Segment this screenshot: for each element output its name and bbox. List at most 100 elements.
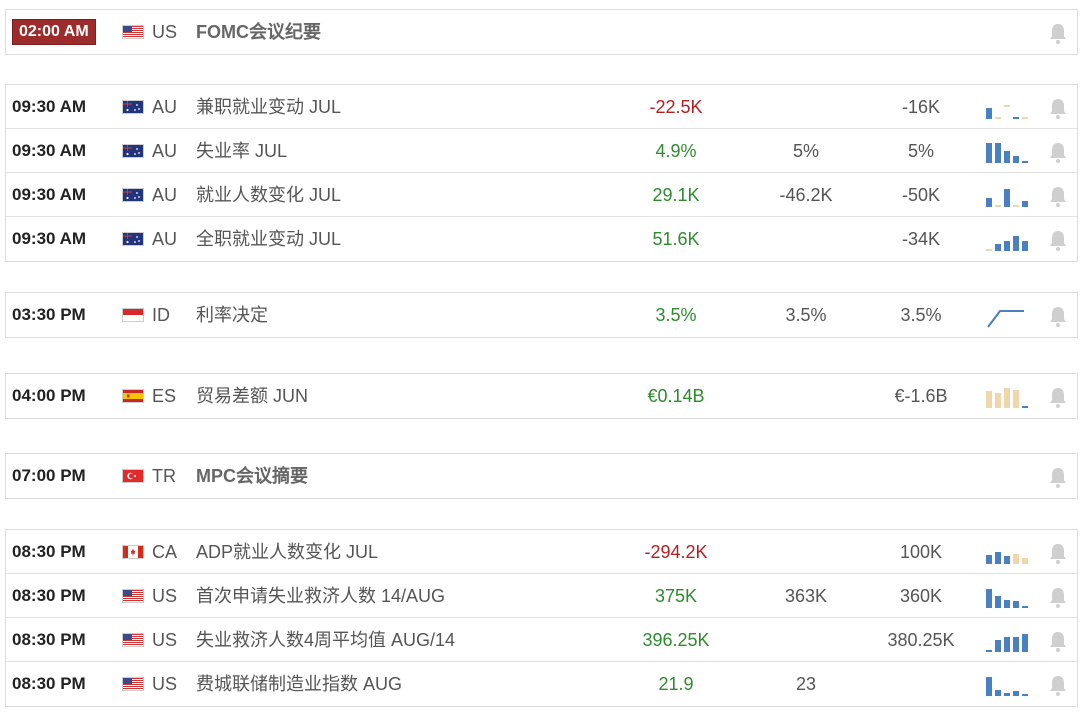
forecast-value bbox=[736, 618, 876, 662]
history-sparkline[interactable] bbox=[984, 540, 1032, 564]
bell-icon[interactable] bbox=[1047, 95, 1069, 119]
actual-value: 4.9% bbox=[655, 141, 697, 161]
event-name[interactable]: 利率决定 bbox=[196, 293, 268, 337]
event-row[interactable]: 09:30 AM AU 兼职就业变动 JUL -22.5K -16K bbox=[6, 85, 1077, 129]
bell-icon[interactable] bbox=[1047, 584, 1069, 608]
previous-value bbox=[856, 10, 986, 54]
history-sparkline[interactable] bbox=[984, 95, 1032, 119]
sparkline-bar bbox=[1004, 105, 1010, 107]
previous-value bbox=[856, 454, 986, 498]
bell-icon[interactable] bbox=[1047, 628, 1069, 652]
bell-icon[interactable] bbox=[1047, 227, 1069, 251]
event-time: 08:30 PM bbox=[12, 630, 86, 649]
previous-value: -16K bbox=[901, 97, 941, 117]
sparkline-bar bbox=[986, 391, 992, 408]
event-name[interactable]: FOMC会议纪要 bbox=[196, 10, 321, 54]
sparkline-bar bbox=[986, 143, 992, 163]
bell-icon[interactable] bbox=[1047, 303, 1069, 327]
history-sparkline[interactable] bbox=[984, 183, 1032, 207]
actual-value: €0.14B bbox=[647, 386, 705, 406]
sparkline-bar bbox=[1004, 600, 1010, 608]
history-sparkline[interactable] bbox=[984, 672, 1032, 696]
sparkline-bar bbox=[1013, 554, 1019, 564]
bell-icon[interactable] bbox=[1047, 384, 1069, 408]
previous-value: -50K bbox=[901, 185, 941, 205]
bell-icon[interactable] bbox=[1047, 540, 1069, 564]
event-row[interactable]: 02:00 AM US FOMC会议纪要 bbox=[6, 10, 1077, 54]
sparkline-bar bbox=[1013, 390, 1019, 408]
event-row[interactable]: 03:30 PM ID 利率决定 3.5% 3.5% 3.5% bbox=[6, 293, 1077, 337]
sparkline-bar bbox=[1022, 606, 1028, 608]
sparkline-bar bbox=[1004, 637, 1010, 652]
event-row[interactable]: 08:30 PM CA ADP就业人数变化 JUL -294.2K 100K bbox=[6, 530, 1077, 574]
sparkline-bar bbox=[1013, 117, 1019, 119]
event-time-badge: 02:00 AM bbox=[12, 19, 96, 45]
event-name[interactable]: 全职就业变动 JUL bbox=[196, 217, 341, 261]
sparkline-bar bbox=[986, 249, 992, 251]
event-name[interactable]: ADP就业人数变化 JUL bbox=[196, 530, 378, 574]
bell-icon[interactable] bbox=[1047, 20, 1069, 44]
history-sparkline[interactable] bbox=[984, 139, 1032, 163]
event-name[interactable]: 失业率 JUL bbox=[196, 129, 287, 173]
history-sparkline[interactable] bbox=[984, 20, 1032, 44]
event-time: 07:00 PM bbox=[12, 466, 86, 485]
event-name[interactable]: 费城联储制造业指数 AUG bbox=[196, 662, 402, 706]
event-row[interactable]: 04:00 PM ES 贸易差额 JUN €0.14B €-1.6B bbox=[6, 374, 1077, 418]
event-name[interactable]: 失业救济人数4周平均值 AUG/14 bbox=[196, 618, 455, 662]
history-sparkline[interactable] bbox=[984, 464, 1032, 488]
event-time: 02:00 AM bbox=[12, 10, 112, 54]
country-code: TR bbox=[152, 466, 176, 486]
ca-flag-icon bbox=[122, 545, 144, 559]
sparkline-bar bbox=[986, 108, 992, 119]
event-group: 09:30 AM AU 兼职就业变动 JUL -22.5K -16K 09:30 AM AU… bbox=[5, 84, 1078, 262]
actual-value: 3.5% bbox=[655, 305, 697, 325]
us-flag-icon bbox=[122, 25, 144, 39]
forecast-value: 363K bbox=[784, 586, 828, 606]
history-sparkline[interactable] bbox=[984, 227, 1032, 251]
au-flag-icon bbox=[122, 232, 144, 246]
sparkline-bar bbox=[1013, 236, 1019, 251]
event-row[interactable]: 08:30 PM US 费城联储制造业指数 AUG 21.9 23 bbox=[6, 662, 1077, 706]
history-sparkline[interactable] bbox=[984, 628, 1032, 652]
actual-value bbox=[606, 454, 746, 498]
event-row[interactable]: 09:30 AM AU 失业率 JUL 4.9% 5% 5% bbox=[6, 129, 1077, 173]
sparkline-bar bbox=[986, 650, 992, 652]
event-name[interactable]: MPC会议摘要 bbox=[196, 454, 308, 498]
event-name[interactable]: 就业人数变化 JUL bbox=[196, 173, 341, 217]
country-code: AU bbox=[152, 185, 178, 205]
event-name[interactable]: 首次申请失业救济人数 14/AUG bbox=[196, 574, 445, 618]
bell-icon[interactable] bbox=[1047, 464, 1069, 488]
event-row[interactable]: 09:30 AM AU 全职就业变动 JUL 51.6K -34K bbox=[6, 217, 1077, 261]
id-flag-icon bbox=[122, 308, 144, 322]
event-time: 04:00 PM bbox=[12, 386, 86, 405]
sparkline-bar bbox=[995, 117, 1001, 119]
au-flag-icon bbox=[122, 188, 144, 202]
event-row[interactable]: 08:30 PM US 失业救济人数4周平均值 AUG/14 396.25K 380.2… bbox=[6, 618, 1077, 662]
sparkline-bar bbox=[1022, 117, 1028, 119]
event-name[interactable]: 兼职就业变动 JUL bbox=[196, 85, 341, 129]
sparkline-bar bbox=[986, 198, 992, 207]
event-time: 08:30 PM bbox=[12, 674, 86, 693]
forecast-value bbox=[736, 374, 876, 418]
event-row[interactable]: 09:30 AM AU 就业人数变化 JUL 29.1K -46.2K -50K bbox=[6, 173, 1077, 217]
sparkline-bar bbox=[1013, 156, 1019, 163]
event-group: 03:30 PM ID 利率决定 3.5% 3.5% 3.5% bbox=[5, 292, 1078, 338]
sparkline-bar bbox=[1004, 189, 1010, 207]
sparkline-bar bbox=[986, 589, 992, 608]
bell-icon[interactable] bbox=[1047, 139, 1069, 163]
previous-value: 5% bbox=[907, 141, 934, 161]
previous-value: -34K bbox=[901, 229, 941, 249]
sparkline-bar bbox=[1004, 241, 1010, 251]
history-sparkline[interactable] bbox=[984, 303, 1032, 328]
event-row[interactable]: 08:30 PM US 首次申请失业救济人数 14/AUG 375K 363K 360K bbox=[6, 574, 1077, 618]
event-time: 09:30 AM bbox=[12, 229, 87, 248]
event-name[interactable]: 贸易差额 JUN bbox=[196, 374, 308, 418]
country-code: ES bbox=[152, 386, 177, 406]
history-sparkline[interactable] bbox=[984, 384, 1032, 408]
history-sparkline[interactable] bbox=[984, 584, 1032, 608]
bell-icon[interactable] bbox=[1047, 672, 1069, 696]
country-code: US bbox=[152, 586, 178, 606]
bell-icon[interactable] bbox=[1047, 183, 1069, 207]
event-row[interactable]: 07:00 PM TR MPC会议摘要 bbox=[6, 454, 1077, 498]
sparkline-bar bbox=[995, 596, 1001, 608]
